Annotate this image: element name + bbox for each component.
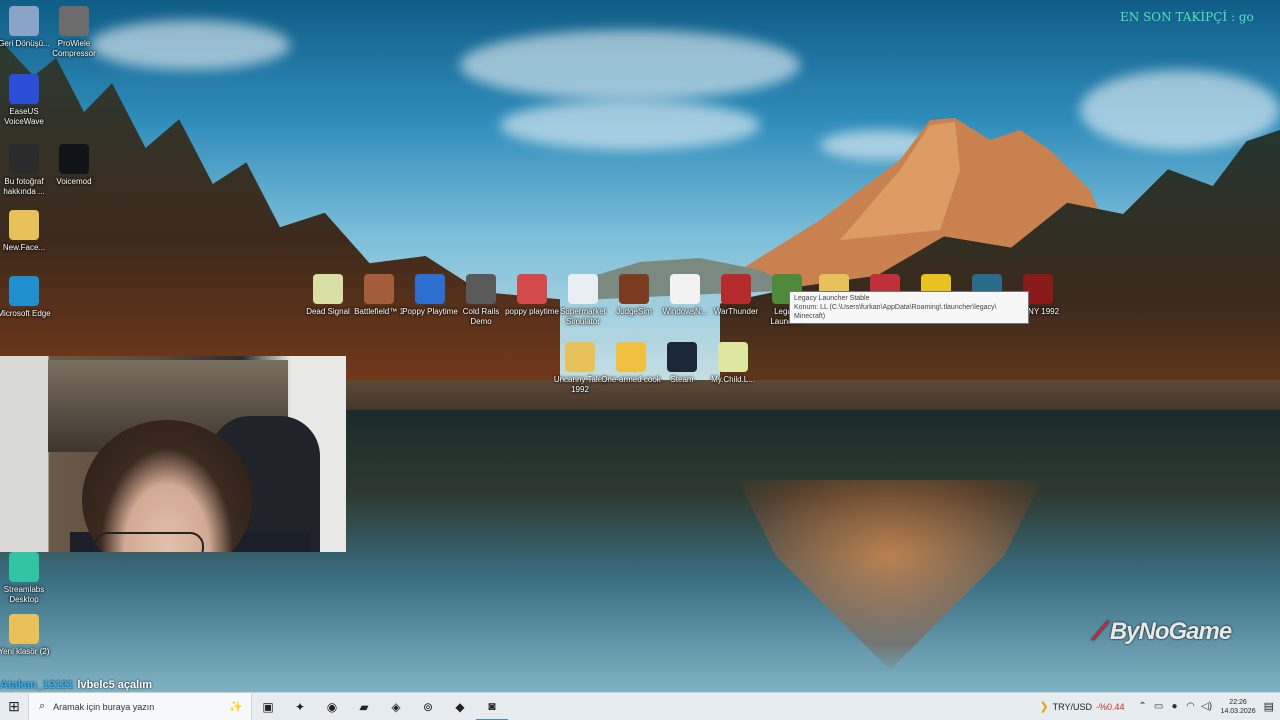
volume-icon[interactable]: ◁)	[1199, 701, 1215, 712]
shortcut-tooltip: Legacy Launcher Stable Konum: LL (C:\Use…	[789, 291, 1029, 324]
clock[interactable]: 22:26 14.03.2026	[1221, 698, 1256, 716]
taskbar: ⊞ ⌕ Aramak için buraya yazın ✨ ▣ ✦ ◉ ▰ ◈ ⊚ ◆ ◙ …	[0, 692, 1280, 720]
recycle-bin-icon	[9, 6, 39, 36]
app-icon: ◆	[455, 699, 465, 714]
taskbar-app[interactable]: ▣	[252, 693, 284, 720]
ticker-change: -%0.44	[1096, 701, 1125, 712]
edge-icon: ◉	[326, 699, 338, 714]
document-icon	[568, 274, 598, 304]
photo-info-icon	[9, 144, 39, 174]
voicewave-icon	[9, 74, 39, 104]
webcam-overlay	[0, 356, 346, 552]
desktop-icon-label: Microsoft Edge	[0, 309, 51, 318]
chat-username: Atakan_12121	[0, 679, 74, 691]
ticker-pair: TRY/USD	[1052, 701, 1093, 712]
taskbar-app[interactable]: ◉	[316, 693, 348, 720]
edge-icon	[9, 276, 39, 306]
film-icon	[59, 6, 89, 36]
document-icon	[718, 342, 748, 372]
poppy-icon	[415, 274, 445, 304]
desktop-icon[interactable]: Streamlabs Desktop	[0, 552, 54, 605]
latest-follower-banner: EN SON TAKİPÇİ : go	[1120, 10, 1254, 24]
taskbar-app[interactable]: ◙	[476, 693, 508, 720]
document-icon	[517, 274, 547, 304]
desktop-icon[interactable]: Microsoft Edge	[0, 276, 54, 319]
tooltip-location: Konum: LL (C:\Users\furkan\AppData\Roami…	[794, 304, 997, 311]
desktop-icon[interactable]: EaseUS VoiceWave	[0, 74, 54, 127]
currency-widget[interactable]: ❯ TRY/USD -%0.44	[1039, 700, 1124, 713]
desktop-icon-label: ProWiele Compressor	[52, 39, 96, 58]
desktop-icon-label: Yeni klasör (2)	[0, 647, 50, 656]
desktop-icon-label: EaseUS VoiceWave	[4, 107, 44, 126]
one-armed-cook-icon	[616, 342, 646, 372]
sparkle-icon: ✨	[229, 701, 243, 713]
desktop-icon-label: New.Face...	[2, 243, 46, 252]
battlefield-icon	[364, 274, 394, 304]
clock-date: 14.03.2026	[1220, 707, 1256, 715]
file-explorer-icon: ▰	[359, 699, 369, 714]
streamlabs-icon	[9, 552, 39, 582]
document-icon	[670, 274, 700, 304]
clock-time: 22:26	[1229, 698, 1247, 706]
folder-icon	[9, 614, 39, 644]
search-placeholder: Aramak için buraya yazın	[53, 701, 155, 712]
sponsor-logo: ⟋ByNoGame	[1092, 618, 1232, 646]
desktop-icon[interactable]: New.Face...	[0, 210, 54, 253]
bynogame-logo-icon: ⟋	[1092, 618, 1109, 645]
glasses	[94, 532, 204, 552]
currency-icon: ❯	[1039, 701, 1049, 713]
chat-message: Atakan_12121 lvbelc5 açalım	[0, 679, 152, 693]
windows-icon: ⊞	[8, 698, 20, 714]
folder-icon	[9, 210, 39, 240]
copilot-icon: ✦	[294, 699, 306, 714]
document-icon	[565, 342, 595, 372]
store-icon: ◈	[391, 699, 401, 714]
system-tray: ❯ TRY/USD -%0.44 ⌃ ▭ ● ◠ ◁) 22:26 14.03.…	[1039, 693, 1280, 720]
start-button[interactable]: ⊞	[0, 693, 28, 720]
wifi-icon[interactable]: ◠	[1183, 701, 1199, 712]
desktop-icon[interactable]: Yeni klasör (2)	[0, 614, 54, 657]
desktop-icon[interactable]: ProWiele Compressor	[44, 6, 104, 59]
desktop-icon[interactable]: Voicemod	[44, 144, 104, 187]
tooltip-location-cont: Minecraft)	[794, 313, 826, 320]
sponsor-name: ByNoGame	[1109, 618, 1232, 645]
judgesim-icon	[619, 274, 649, 304]
taskbar-app[interactable]: ◈	[380, 693, 412, 720]
voicemod-icon	[59, 144, 89, 174]
tooltip-title: Legacy Launcher Stable	[794, 295, 870, 302]
taskbar-app[interactable]: ▰	[348, 693, 380, 720]
desktop-icon-label: Streamlabs Desktop	[3, 585, 45, 604]
desktop-icon-label: My.Child.L...	[711, 375, 755, 384]
chat-text: lvbelc5 açalım	[77, 679, 152, 691]
warthunder-icon	[721, 274, 751, 304]
taskbar-app[interactable]: ◆	[444, 693, 476, 720]
streamlabs-icon: ◙	[488, 698, 496, 713]
taskbar-app[interactable]: ✦	[284, 693, 316, 720]
taskbar-app[interactable]: ⊚	[412, 693, 444, 720]
taskbar-search[interactable]: ⌕ Aramak için buraya yazın ✨	[28, 692, 252, 720]
search-icon: ⌕	[39, 700, 46, 712]
task-view-icon: ▣	[262, 699, 274, 714]
steam-icon	[667, 342, 697, 372]
microphone-icon[interactable]: ●	[1167, 701, 1183, 712]
network-icon[interactable]: ▭	[1151, 701, 1167, 712]
cold-rails-icon	[466, 274, 496, 304]
steam-icon: ⊚	[422, 699, 434, 714]
notification-icon[interactable]: ▤	[1264, 700, 1274, 713]
desktop-icon-label: Voicemod	[56, 177, 92, 186]
desktop-icon[interactable]: My.Child.L...	[703, 342, 763, 385]
shortcut-icon	[313, 274, 343, 304]
chevron-up-icon[interactable]: ⌃	[1135, 701, 1151, 712]
